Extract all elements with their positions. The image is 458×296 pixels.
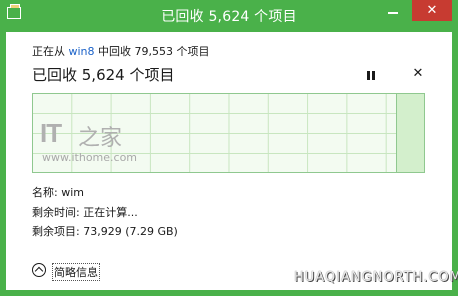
ithome-watermark: IT 之家 www.ithome.com: [40, 114, 150, 164]
title-bar[interactable]: 已回收 5,624 个项目 ✕: [0, 0, 458, 32]
watermark-logo-char: 之家: [78, 126, 123, 151]
minimize-button[interactable]: [380, 0, 406, 21]
fewer-details-label[interactable]: 简略信息: [52, 263, 100, 281]
time-remaining: 剩余时间: 正在计算...: [32, 206, 138, 219]
source-suffix: 中回收 79,553 个项目: [98, 45, 210, 58]
watermark-url: www.ithome.com: [42, 151, 138, 164]
pause-icon[interactable]: [366, 71, 376, 81]
source-link[interactable]: win8: [69, 45, 95, 58]
progress-headline: 已回收 5,624 个项目: [32, 66, 175, 84]
close-button[interactable]: ✕: [412, 0, 452, 21]
copy-dialog-window: 已回收 5,624 个项目 ✕ 正在从 win8 中回收 79,553 个项目 …: [0, 0, 458, 296]
item-name: 名称: wim: [32, 186, 84, 199]
source-line: 正在从 win8 中回收 79,553 个项目: [32, 43, 210, 59]
progress-fill: [395, 94, 424, 172]
source-prefix: 正在从: [32, 45, 65, 58]
site-watermark: HUAQIANGNORTH.COM: [294, 270, 458, 285]
dialog-body: 正在从 win8 中回收 79,553 个项目 已回收 5,624 个项目 ✕ …: [6, 32, 452, 290]
watermark-logo-it: IT: [40, 118, 62, 148]
cancel-button[interactable]: ✕: [410, 66, 426, 82]
items-remaining: 剩余项目: 73,929 (7.29 GB): [32, 225, 178, 238]
chevron-up-icon[interactable]: [32, 263, 46, 277]
